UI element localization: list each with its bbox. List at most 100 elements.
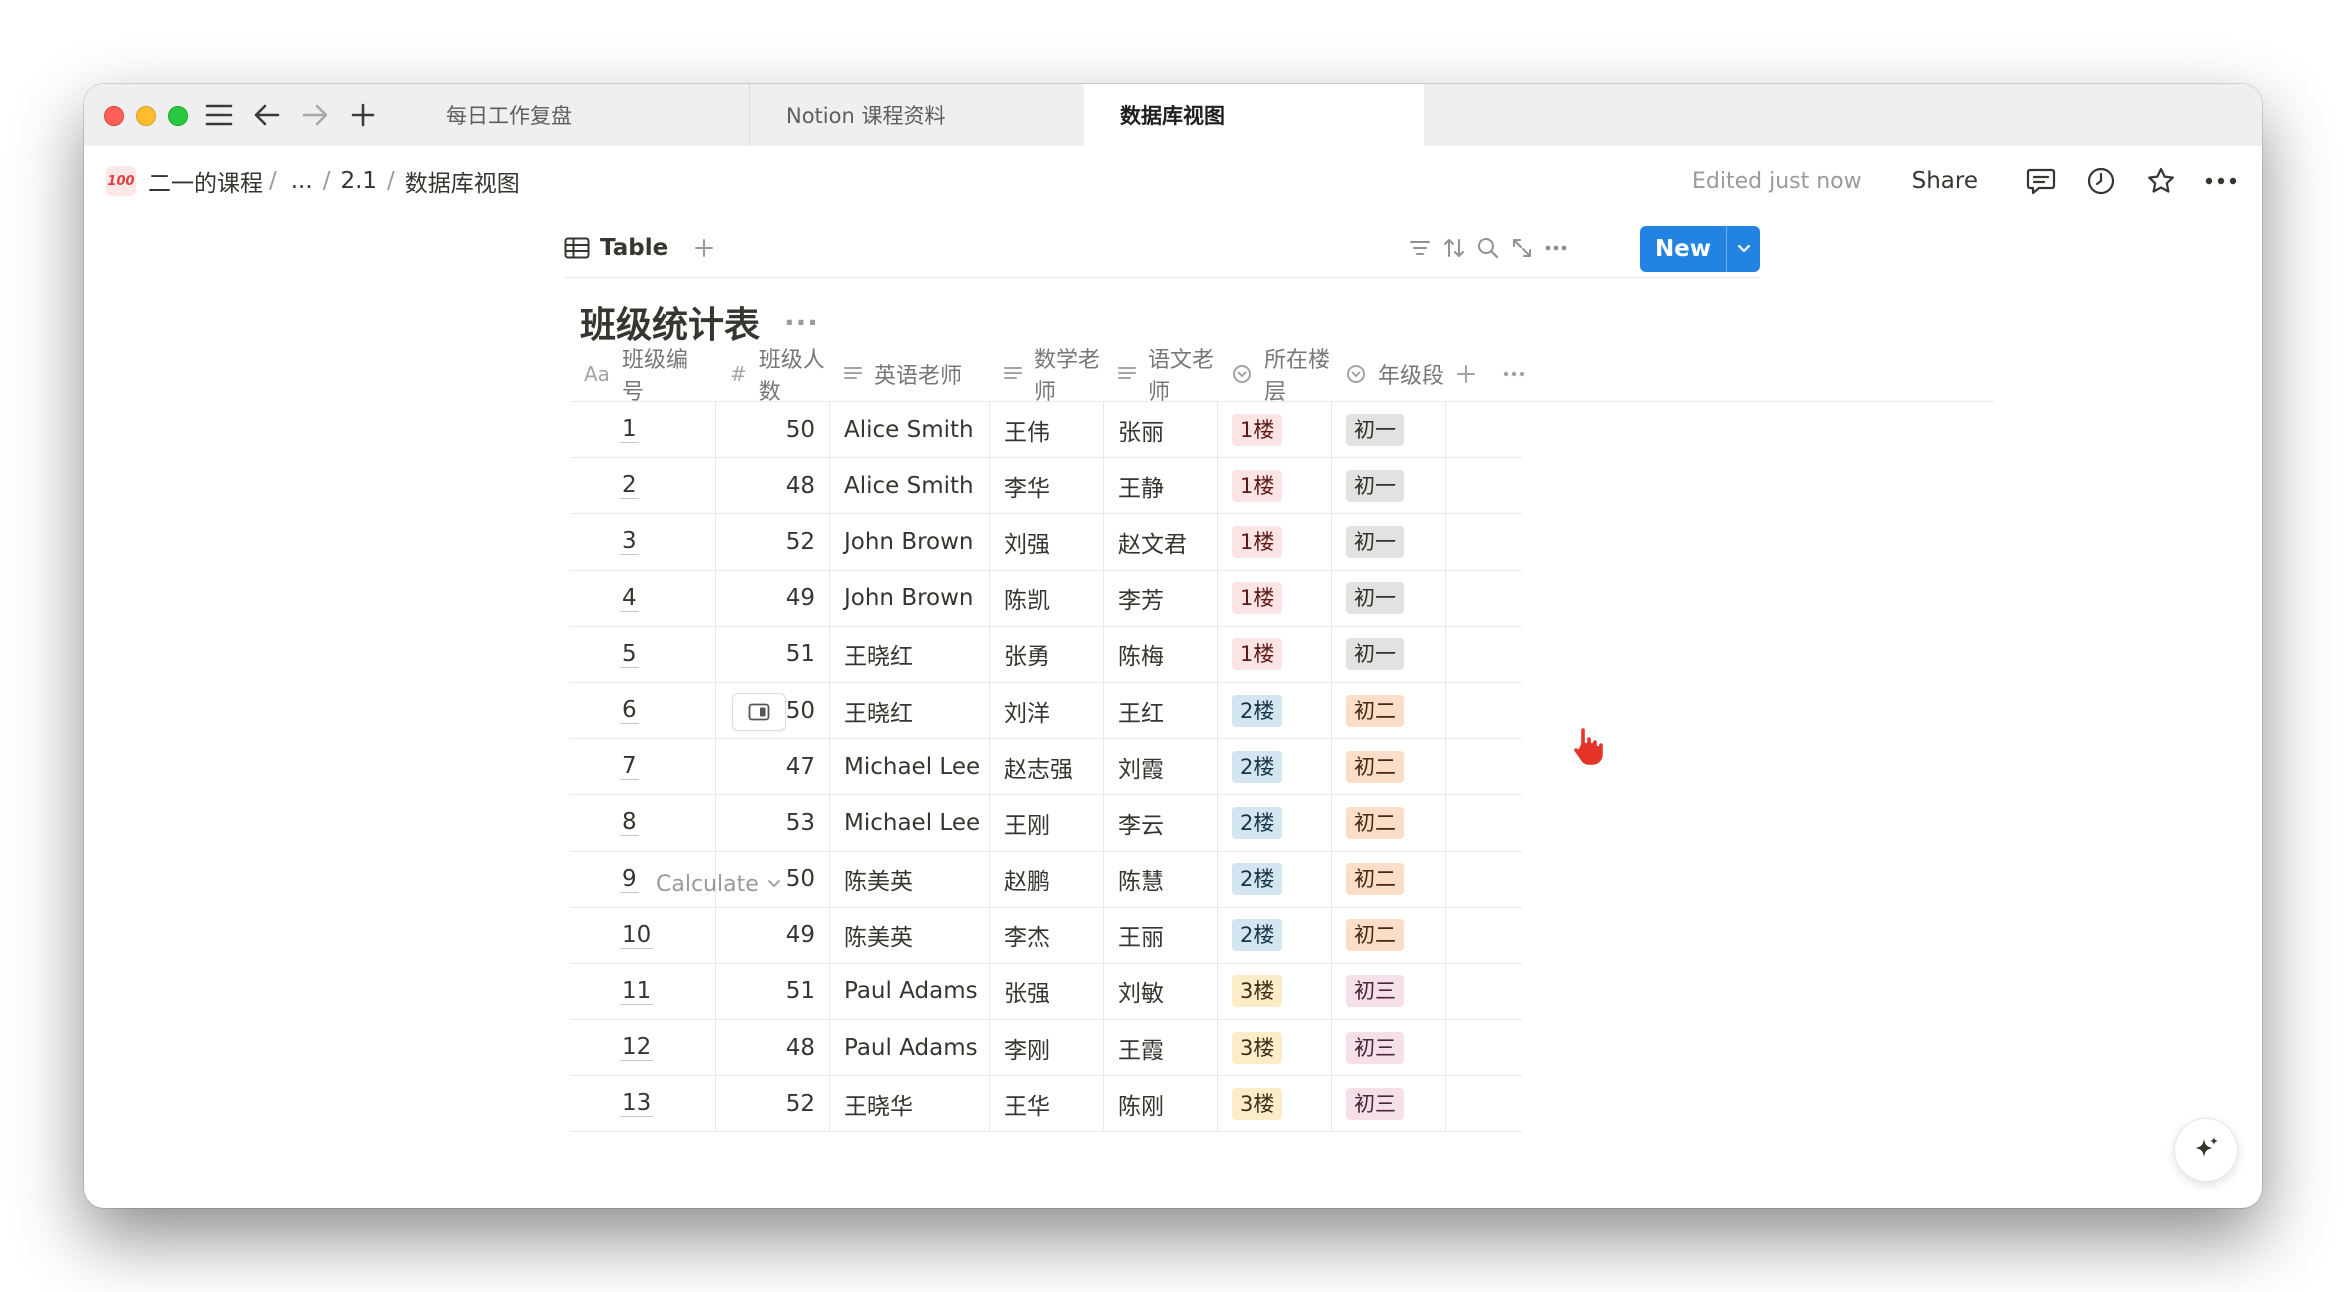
table-cell[interactable]: 13 [570, 1076, 716, 1132]
table-cell[interactable]: Paul Adams [830, 1020, 990, 1076]
column-header[interactable]: 语文老师 [1104, 346, 1218, 405]
table-row[interactable]: 11 51 Paul Adams 张强 刘敏 3楼 初三 [570, 963, 1522, 1021]
table-cell[interactable]: 初二 [1332, 907, 1446, 963]
table-cell[interactable]: 王霞 [1104, 1020, 1218, 1076]
table-cell[interactable]: John Brown [830, 514, 990, 570]
table-cell[interactable]: 12 [570, 1020, 716, 1076]
breadcrumb-item[interactable]: 2.1 [340, 168, 377, 194]
page-emoji-icon[interactable]: 100 [106, 166, 136, 196]
table-cell[interactable]: 4 [570, 570, 716, 626]
table-cell[interactable]: 刘强 [990, 514, 1104, 570]
table-row[interactable]: 13 52 王晓华 王华 陈刚 3楼 初三 [570, 1076, 1522, 1133]
table-cell[interactable]: 王静 [1104, 458, 1218, 514]
table-cell[interactable]: 5 [570, 626, 716, 682]
table-cell[interactable]: 1楼 [1218, 570, 1332, 626]
table-cell[interactable]: 张强 [990, 963, 1104, 1020]
breadcrumb-item[interactable]: ... [291, 168, 313, 194]
table-cell[interactable]: 3楼 [1218, 963, 1332, 1020]
sidebar-menu-icon[interactable] [198, 94, 240, 136]
column-more-icon[interactable] [1494, 346, 1534, 402]
forward-arrow-icon[interactable] [294, 94, 336, 136]
table-cell[interactable]: 53 [716, 795, 830, 851]
table-cell[interactable]: 李杰 [990, 907, 1104, 963]
table-cell[interactable]: 2 [570, 458, 716, 514]
column-header[interactable]: 年级段 [1332, 346, 1446, 402]
new-record-button[interactable]: New [1640, 226, 1760, 272]
table-cell[interactable]: 李云 [1104, 795, 1218, 851]
favorite-star-icon[interactable] [2138, 158, 2184, 204]
table-row[interactable]: 2 48 Alice Smith 李华 王静 1楼 初一 [570, 458, 1522, 515]
table-cell[interactable]: 王红 [1104, 682, 1218, 739]
table-cell[interactable]: 1楼 [1218, 402, 1332, 458]
view-tab-table[interactable]: Table [564, 228, 668, 268]
more-options-icon[interactable] [2198, 158, 2244, 204]
table-cell[interactable]: 陈慧 [1104, 851, 1218, 907]
table-cell[interactable]: 1楼 [1218, 514, 1332, 570]
table-cell[interactable]: 陈刚 [1104, 1076, 1218, 1132]
table-cell[interactable]: Alice Smith [830, 458, 990, 514]
table-cell[interactable]: 刘敏 [1104, 963, 1218, 1020]
table-row[interactable]: 1 50 Alice Smith 王伟 张丽 1楼 初一 [570, 402, 1522, 459]
database-title[interactable]: 班级统计表 [580, 296, 760, 348]
column-header[interactable]: 数学老师 [990, 346, 1104, 405]
table-cell[interactable]: 赵志强 [990, 739, 1104, 795]
table-cell[interactable]: 王晓红 [830, 682, 990, 739]
column-header[interactable]: Aa 班级编号 [570, 346, 716, 405]
table-cell[interactable]: 陈美英 [830, 907, 990, 963]
table-cell[interactable]: 赵鹏 [990, 851, 1104, 907]
table-row[interactable]: 10 49 陈美英 李杰 王丽 2楼 初二 [570, 907, 1522, 964]
table-cell[interactable]: 52 [716, 514, 830, 570]
add-property-plus-icon[interactable] [1446, 346, 1486, 402]
table-cell[interactable]: 50 [716, 402, 830, 458]
table-cell[interactable]: 初一 [1332, 570, 1446, 626]
table-cell[interactable]: Michael Lee [830, 795, 990, 851]
close-window-button[interactable] [104, 106, 124, 126]
table-cell[interactable]: 刘霞 [1104, 739, 1218, 795]
table-cell[interactable]: 陈凯 [990, 570, 1104, 626]
table-cell[interactable]: 初三 [1332, 1076, 1446, 1132]
table-cell[interactable]: 3 [570, 514, 716, 570]
table-cell[interactable]: 6 [570, 682, 786, 739]
table-cell[interactable]: 张勇 [990, 626, 1104, 682]
table-cell[interactable]: 7 [570, 739, 716, 795]
table-cell[interactable]: John Brown [830, 570, 990, 626]
table-cell[interactable]: 王伟 [990, 402, 1104, 458]
comment-icon[interactable] [2018, 158, 2064, 204]
column-header[interactable]: # 班级人数 [716, 346, 830, 405]
table-row[interactable]: 4 49 John Brown 陈凯 李芳 1楼 初一 [570, 570, 1522, 627]
table-cell[interactable]: 3楼 [1218, 1076, 1332, 1132]
table-cell[interactable]: 初一 [1332, 626, 1446, 682]
table-cell[interactable]: 52 [716, 1076, 830, 1132]
new-tab-plus-icon[interactable] [342, 94, 384, 136]
column-header[interactable]: 英语老师 [830, 346, 990, 402]
table-cell[interactable]: 初一 [1332, 402, 1446, 458]
table-cell[interactable]: 48 [716, 1020, 830, 1076]
chevron-down-icon[interactable] [1726, 226, 1760, 272]
table-cell[interactable]: 51 [716, 963, 830, 1020]
maximize-window-button[interactable] [168, 106, 188, 126]
table-cell[interactable]: 张丽 [1104, 402, 1218, 458]
table-cell[interactable]: 初三 [1332, 963, 1446, 1020]
table-cell[interactable]: Paul Adams [830, 963, 990, 1020]
table-cell[interactable]: 李芳 [1104, 570, 1218, 626]
database-more-icon[interactable]: ··· [784, 306, 819, 339]
table-cell[interactable]: 2楼 [1218, 682, 1332, 739]
table-cell[interactable]: 李刚 [990, 1020, 1104, 1076]
table-cell[interactable]: 王刚 [990, 795, 1104, 851]
table-cell[interactable]: 王晓华 [830, 1076, 990, 1132]
table-cell[interactable]: 49 [716, 570, 830, 626]
tab-daily-review[interactable]: 每日工作复盘 [410, 84, 750, 146]
table-cell[interactable]: 初一 [1332, 458, 1446, 514]
table-cell[interactable]: 刘洋 [990, 682, 1104, 739]
column-header[interactable]: 所在楼层 [1218, 346, 1332, 405]
table-cell[interactable]: Alice Smith [830, 402, 990, 458]
table-cell[interactable]: 王晓红 [830, 626, 990, 682]
table-row[interactable]: 7 47 Michael Lee 赵志强 刘霞 2楼 初二 [570, 739, 1522, 796]
table-cell[interactable]: 10 [570, 907, 716, 963]
table-cell[interactable]: 8 [570, 795, 716, 851]
table-cell[interactable]: 赵文君 [1104, 514, 1218, 570]
table-cell[interactable]: 49 [716, 907, 830, 963]
table-row[interactable]: 6 50 王晓红 刘洋 王红 2楼 初二 [570, 682, 1522, 740]
table-row[interactable]: 8 53 Michael Lee 王刚 李云 2楼 初二 [570, 795, 1522, 852]
table-cell[interactable]: 王丽 [1104, 907, 1218, 963]
